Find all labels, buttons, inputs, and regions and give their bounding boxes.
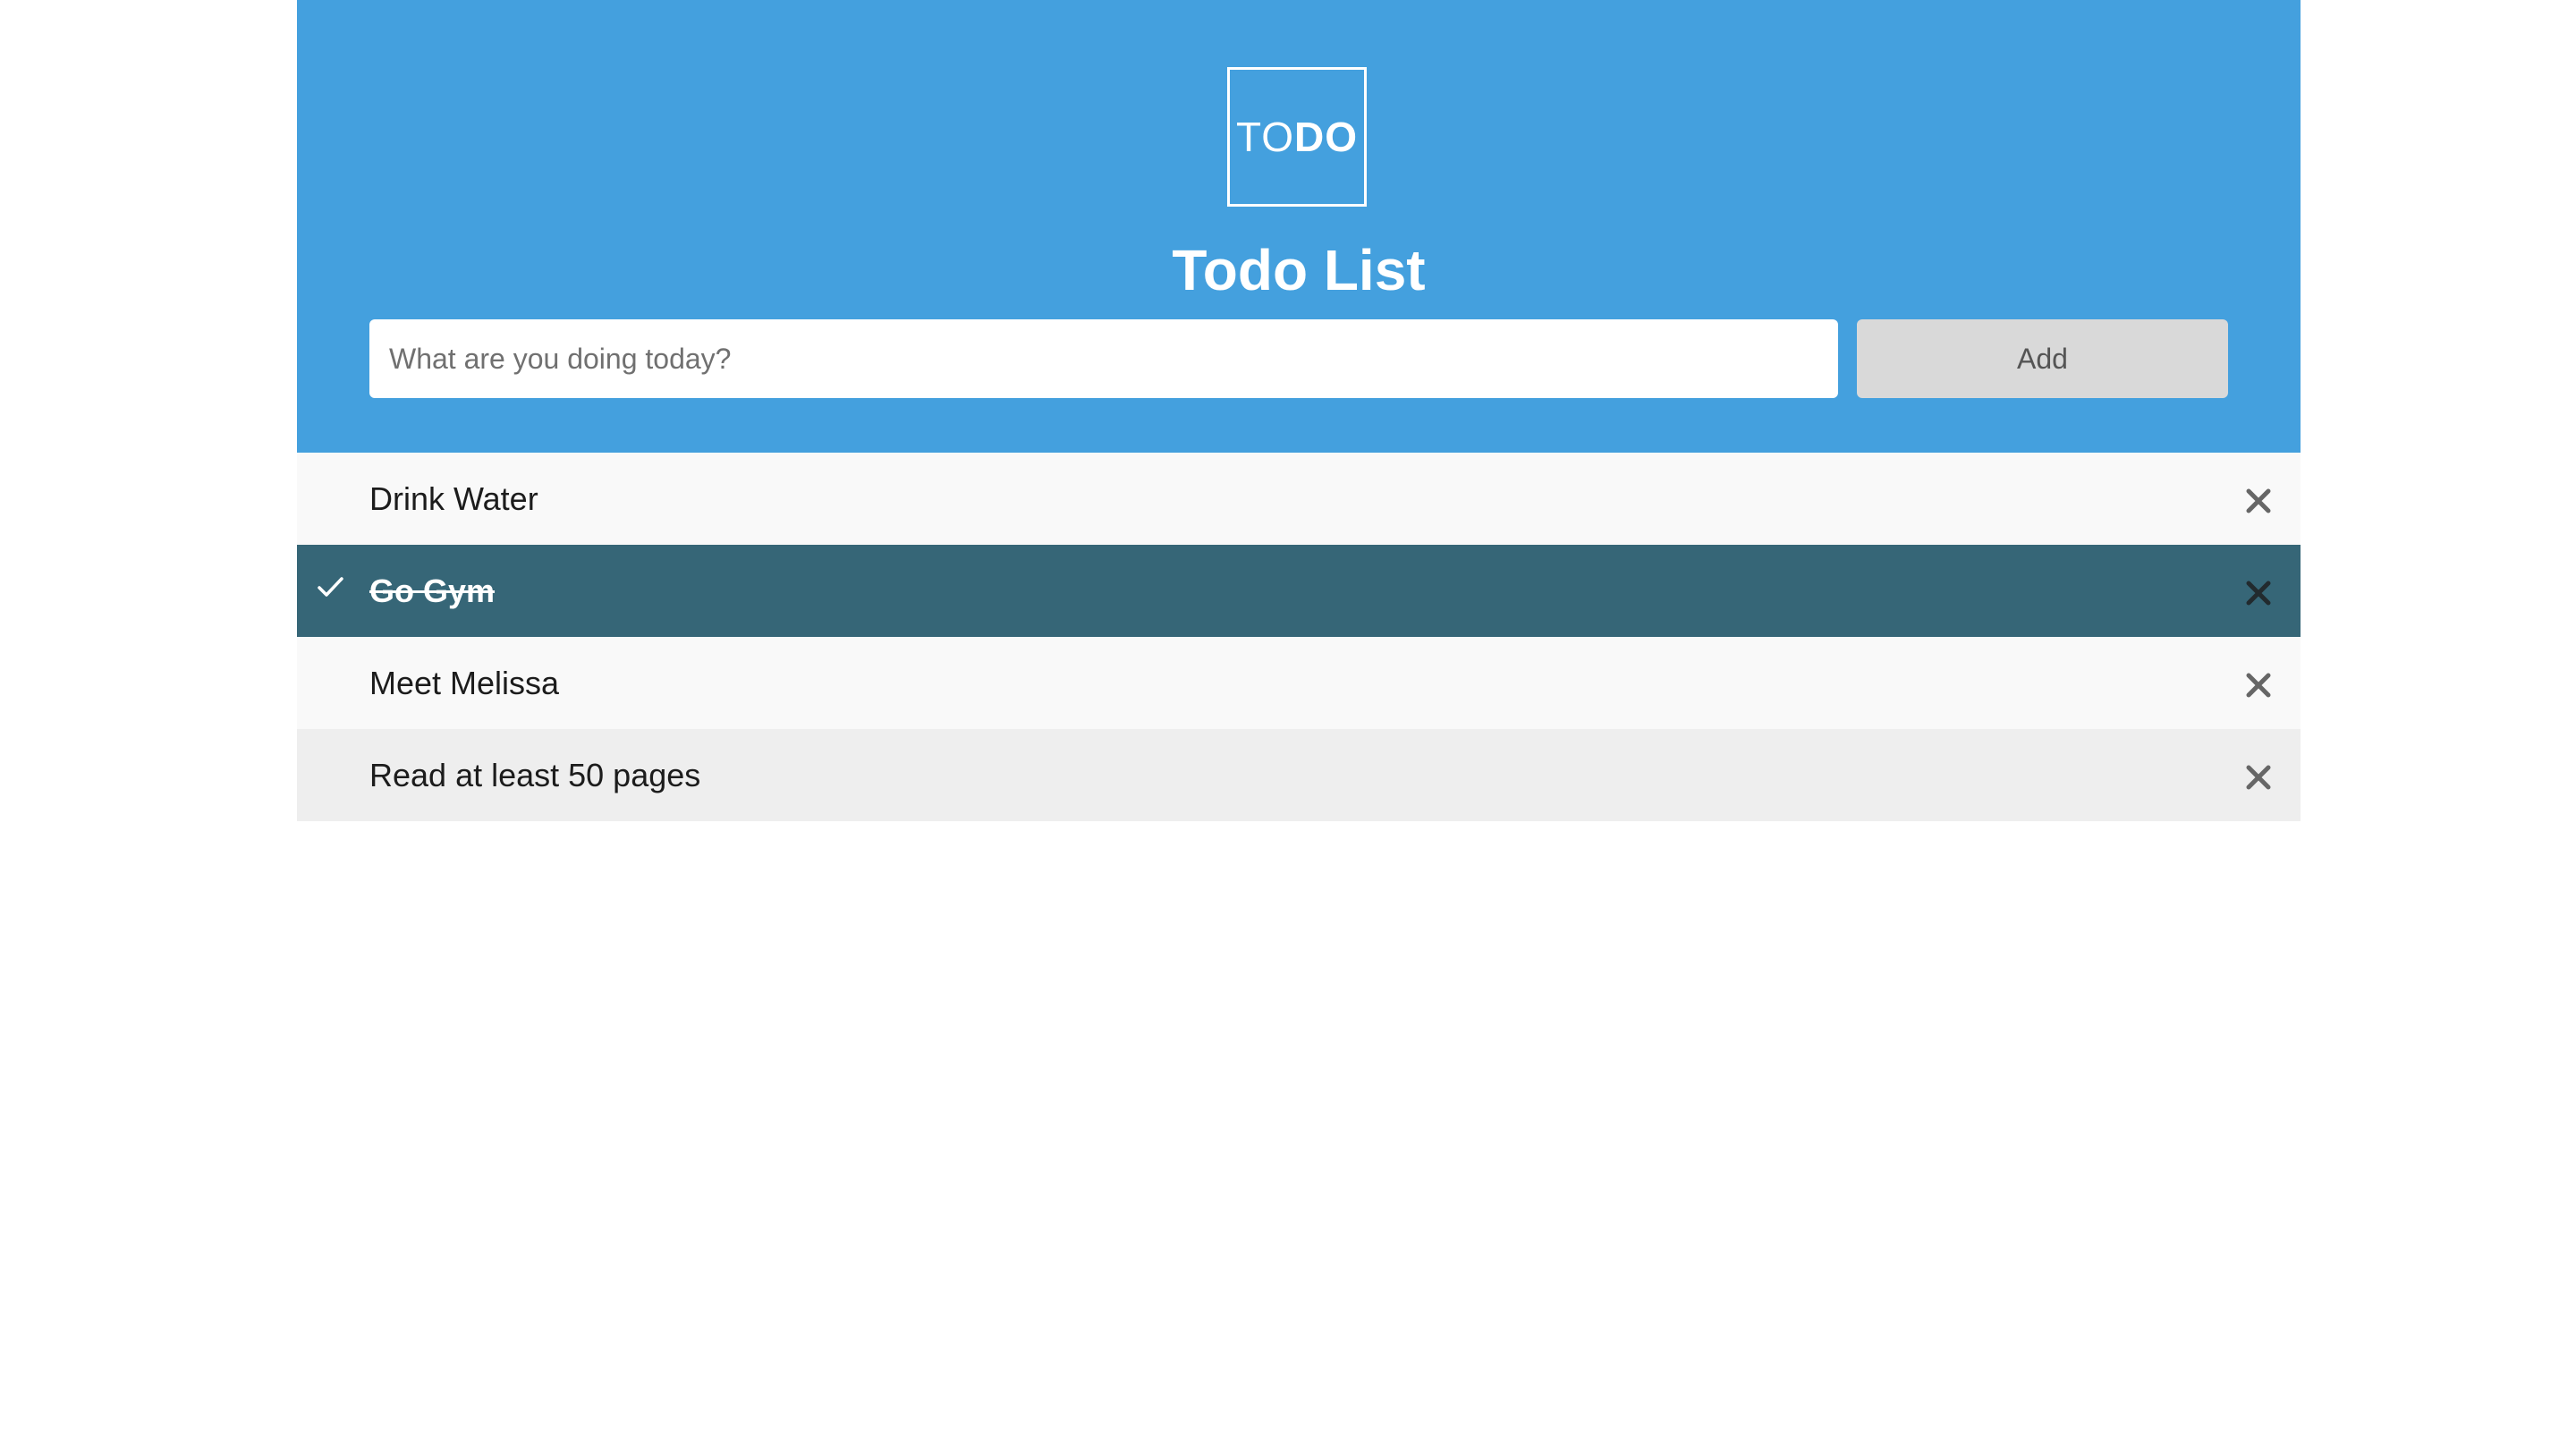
add-button[interactable]: Add: [1857, 319, 2228, 398]
todo-item-text: Go Gym: [369, 573, 496, 609]
close-icon[interactable]: [2245, 669, 2272, 698]
check-icon: [317, 572, 343, 598]
add-todo-form: Add: [369, 319, 2228, 398]
logo-text-to: TO: [1235, 114, 1295, 160]
todo-item-checked[interactable]: Go Gym: [297, 545, 2301, 637]
todo-app: TODO Todo List Add Drink Water Go Gym Me…: [297, 0, 2301, 821]
todo-item-text: Read at least 50 pages: [369, 757, 701, 793]
close-icon[interactable]: [2245, 577, 2272, 606]
header: TODO Todo List Add: [297, 0, 2301, 453]
todo-item[interactable]: Drink Water: [297, 453, 2301, 545]
todo-item[interactable]: Meet Melissa: [297, 637, 2301, 729]
todo-input[interactable]: [369, 319, 1838, 398]
todo-list: Drink Water Go Gym Meet Melissa Read at …: [297, 453, 2301, 821]
close-icon[interactable]: [2245, 485, 2272, 513]
logo-text-do: DO: [1294, 114, 1359, 160]
todo-logo: TO DO: [1227, 67, 1367, 207]
close-icon[interactable]: [2245, 761, 2272, 790]
todo-item-text: Drink Water: [369, 480, 538, 517]
todo-item-text: Meet Melissa: [369, 665, 560, 701]
todo-item[interactable]: Read at least 50 pages: [297, 729, 2301, 821]
page-title: Todo List: [1172, 238, 1426, 302]
